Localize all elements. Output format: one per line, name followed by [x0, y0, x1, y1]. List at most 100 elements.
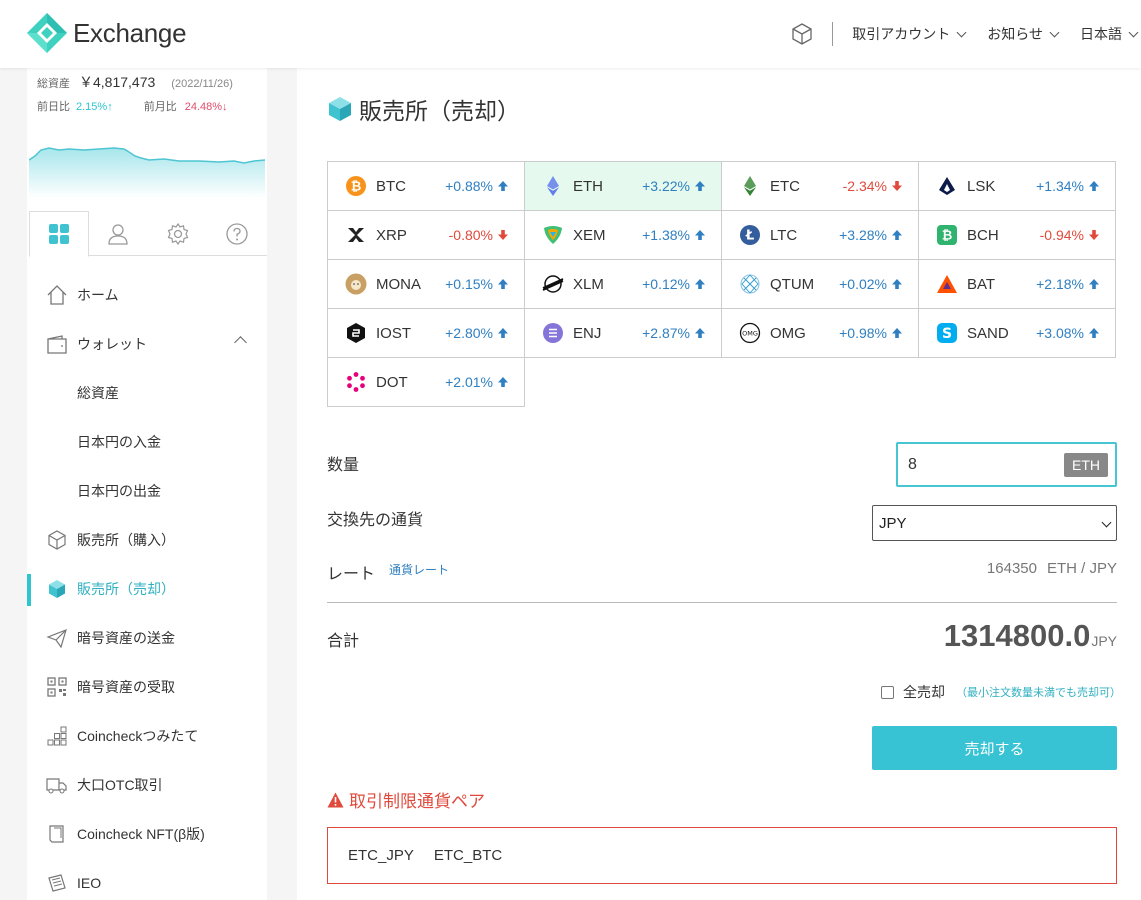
arrow-up-icon: [493, 327, 509, 339]
coin-cell-xrp[interactable]: XRP -0.80%: [327, 210, 525, 260]
coin-cell-mona[interactable]: MONA +0.15%: [327, 259, 525, 309]
coin-symbol: MONA: [376, 275, 421, 293]
sell-all-option[interactable]: 全売却 （最小注文数量未満でも売却可）: [881, 682, 1121, 702]
chevron-down-icon: [1049, 27, 1060, 37]
coin-change-value: -0.94%: [1039, 227, 1084, 243]
nav-language[interactable]: 日本語: [1080, 24, 1139, 44]
tab-help[interactable]: [208, 211, 268, 256]
chevron-down-icon: [1128, 27, 1139, 37]
sidebar-item-home[interactable]: ホーム: [27, 270, 267, 319]
coin-change-value: +2.18%: [1036, 276, 1084, 292]
sidebar-item-sell[interactable]: 販売所（売却）: [27, 564, 267, 613]
sidebar-item-receive[interactable]: 暗号資産の受取: [27, 662, 267, 711]
target-currency-label: 交換先の通貨: [327, 512, 424, 529]
quantity-value[interactable]: 8: [908, 456, 917, 474]
chevron-up-icon[interactable]: [234, 336, 247, 349]
coin-cell-xlm[interactable]: XLM +0.12%: [524, 259, 722, 309]
coin-change: +0.02%: [839, 276, 903, 292]
coin-change: +0.98%: [839, 325, 903, 341]
total-value: 1314800.0: [943, 618, 1091, 653]
logo[interactable]: Exchange: [26, 12, 187, 54]
coin-symbol: LTC: [770, 226, 798, 244]
mona-coin-icon: [345, 273, 367, 295]
send-icon: [46, 627, 68, 649]
sell-button[interactable]: 売却する: [872, 726, 1117, 770]
nav-trading-account[interactable]: 取引アカウント: [852, 24, 967, 44]
tab-settings[interactable]: [148, 211, 208, 256]
cube-icon: [329, 97, 351, 121]
coin-change-value: +3.08%: [1036, 325, 1084, 341]
sell-all-label: 全売却: [903, 684, 945, 700]
sidebar-item-nft[interactable]: Coincheck NFT(β版): [27, 809, 267, 858]
coin-symbol: QTUM: [770, 275, 815, 293]
etc-coin-icon: [739, 175, 761, 197]
coin-cell-lsk[interactable]: LSK +1.34%: [918, 161, 1116, 211]
help-icon: [226, 222, 248, 245]
nav-divider: [832, 22, 834, 46]
sidebar-item-jpy-withdraw[interactable]: 日本円の出金: [27, 466, 267, 515]
target-currency-select[interactable]: JPY: [872, 505, 1117, 541]
sidebar-item-label: 暗号資産の送金: [77, 629, 175, 646]
currency-rate-link[interactable]: 通貨レート: [389, 561, 449, 578]
nav-notifications[interactable]: お知らせ: [987, 24, 1060, 44]
coin-change: +2.01%: [445, 374, 509, 390]
sidebar-item-send[interactable]: 暗号資産の送金: [27, 613, 267, 662]
coin-symbol: DOT: [376, 373, 408, 391]
coin-cell-qtum[interactable]: QTUM +0.02%: [721, 259, 919, 309]
asset-summary: 総資産 ￥4,817,473 (2022/11/26) 前日比 2.15%↑ 前…: [37, 72, 262, 114]
coin-cell-eth[interactable]: ETH +3.22%: [524, 161, 722, 211]
coin-symbol: XLM: [573, 275, 604, 293]
bch-coin-icon: ₿: [936, 224, 958, 246]
coin-cell-enj[interactable]: ENJ +2.87%: [524, 308, 722, 358]
omg-coin-icon: OMG: [739, 322, 761, 344]
sidebar-item-label: 総資産: [77, 384, 119, 401]
tab-dashboard[interactable]: [29, 211, 89, 257]
coin-change-value: +2.01%: [445, 374, 493, 390]
sidebar-item-wallet[interactable]: ウォレット: [27, 319, 267, 368]
sidebar-item-otc[interactable]: 大口OTC取引: [27, 760, 267, 809]
quantity-input[interactable]: 8 ETH: [896, 442, 1117, 487]
coin-change: +2.80%: [445, 325, 509, 341]
coin-cell-xem[interactable]: XEM +1.38%: [524, 210, 722, 260]
rate-pair: ETH / JPY: [1046, 560, 1117, 577]
sidebar-item-buy[interactable]: 販売所（購入）: [27, 515, 267, 564]
coin-cell-ltc[interactable]: Ł LTC +3.28%: [721, 210, 919, 260]
ieo-icon: [46, 872, 68, 894]
btc-coin-icon: ₿: [345, 175, 367, 197]
arrow-up-icon: [690, 327, 706, 339]
coin-change: -0.80%: [449, 227, 509, 243]
arrow-up-icon: [690, 229, 706, 241]
bat-coin-icon: [936, 273, 958, 295]
svg-text:Ł: Ł: [745, 229, 754, 244]
sidebar-item-jpy-deposit[interactable]: 日本円の入金: [27, 417, 267, 466]
sidebar-item-label: 日本円の出金: [77, 482, 161, 499]
sidebar-item-tsumitate[interactable]: Coincheckつみたて: [27, 711, 267, 760]
sidebar-item-label: 暗号資産の受取: [77, 678, 175, 695]
cube-icon[interactable]: [790, 22, 814, 46]
coin-cell-dot[interactable]: DOT +2.01%: [327, 357, 525, 407]
coin-cell-bch[interactable]: ₿ BCH -0.94%: [918, 210, 1116, 260]
eth-coin-icon: [542, 175, 564, 197]
coin-cell-omg[interactable]: OMG OMG +0.98%: [721, 308, 919, 358]
home-icon: [46, 284, 68, 306]
sell-all-checkbox[interactable]: [881, 685, 894, 699]
sidebar-item-total-assets[interactable]: 総資産: [27, 368, 267, 417]
sidebar-item-ieo[interactable]: IEO: [27, 858, 267, 900]
nav-label: 日本語: [1080, 26, 1122, 42]
sidebar-tabs: [29, 211, 268, 257]
coin-cell-iost[interactable]: IOST +2.80%: [327, 308, 525, 358]
coin-cell-bat[interactable]: BAT +2.18%: [918, 259, 1116, 309]
arrow-up-icon: [493, 278, 509, 290]
total-label: 合計: [327, 633, 360, 650]
sidebar-item-label: 販売所（売却）: [77, 580, 175, 597]
coin-change: +3.22%: [642, 178, 706, 194]
arrow-up-icon: [1084, 180, 1100, 192]
warning-icon: [327, 792, 344, 807]
lsk-coin-icon: [936, 175, 958, 197]
coin-change-value: -0.80%: [448, 227, 493, 243]
coin-cell-sand[interactable]: S SAND +3.08%: [918, 308, 1116, 358]
sidebar-menu: ホーム ウォレット 総資産 日本円の入金 日本円の出金 販売所（購入） 販売所（…: [27, 270, 267, 900]
tab-user[interactable]: [89, 211, 149, 256]
coin-cell-etc[interactable]: ETC -2.34%: [721, 161, 919, 211]
coin-cell-btc[interactable]: ₿ BTC +0.88%: [327, 161, 525, 211]
